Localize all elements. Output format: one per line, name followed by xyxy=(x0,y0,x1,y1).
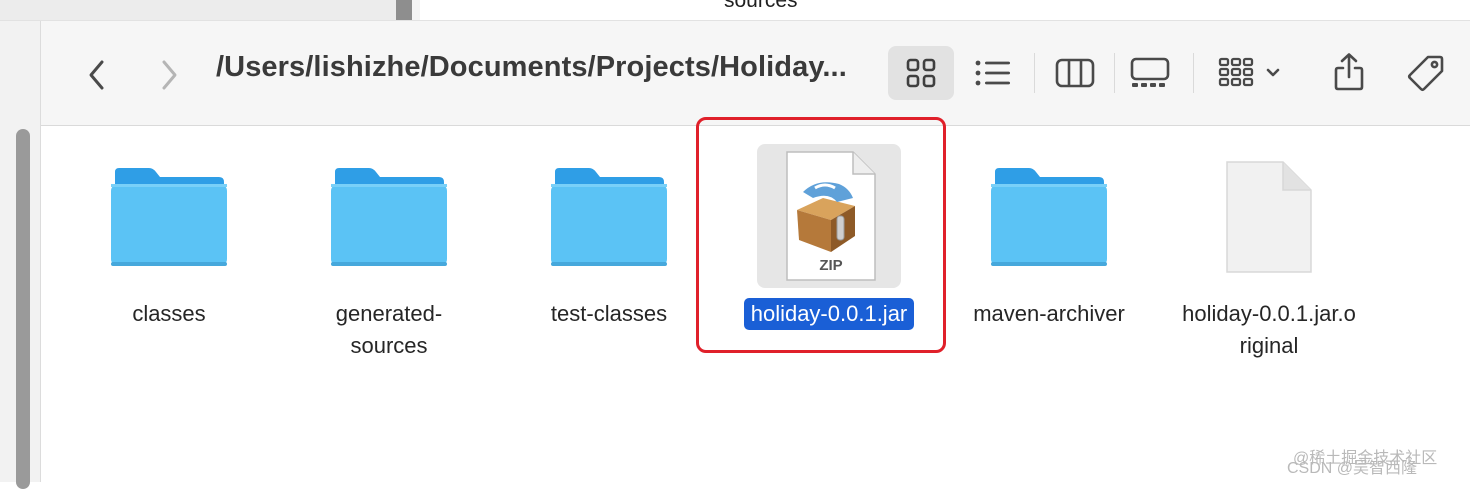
folder-item-generated-sources[interactable]: generated- sources xyxy=(289,126,489,366)
chevron-right-icon xyxy=(162,60,177,90)
list-icon xyxy=(975,60,1010,86)
sidebar-gutter xyxy=(0,21,41,489)
file-name: holiday-0.0.1.jar.o riginal xyxy=(1182,301,1356,358)
folder-item-classes[interactable]: classes xyxy=(69,126,269,366)
file-item-holiday-jar-original[interactable]: holiday-0.0.1.jar.o riginal xyxy=(1169,126,1369,366)
columns-icon xyxy=(1055,58,1095,88)
watermark-csdn: CSDN @吴智西隆 xyxy=(1287,460,1418,477)
folder-item-maven-archiver[interactable]: maven-archiver xyxy=(949,126,1149,366)
icon-view-button[interactable] xyxy=(888,46,954,100)
toolbar-separator xyxy=(1034,53,1035,93)
finder-toolbar: /Users/lishizhe/Documents/Projects/Holid… xyxy=(41,21,1470,126)
tag-button[interactable] xyxy=(1403,51,1449,95)
folder-icon xyxy=(549,166,669,273)
pane-divider[interactable] xyxy=(396,0,412,20)
forward-button[interactable] xyxy=(149,55,189,95)
list-view-button[interactable] xyxy=(971,53,1015,93)
folder-icon xyxy=(109,166,229,273)
gallery-icon xyxy=(1130,57,1170,87)
highlight-box xyxy=(696,117,946,353)
grid-icon xyxy=(906,58,936,88)
share-icon xyxy=(1334,53,1364,91)
folder-icon xyxy=(329,166,449,273)
partial-label: sources xyxy=(724,0,798,12)
folder-item-test-classes[interactable]: test-classes xyxy=(509,126,709,366)
toolbar-separator xyxy=(1114,53,1115,93)
folder-icon xyxy=(989,166,1109,273)
chevron-left-icon xyxy=(89,60,104,90)
share-button[interactable] xyxy=(1327,49,1371,95)
document-icon xyxy=(1223,158,1315,281)
pane-gap xyxy=(412,0,420,20)
file-name: generated- sources xyxy=(335,301,443,358)
group-button[interactable] xyxy=(1213,51,1283,95)
file-name: test-classes xyxy=(550,301,668,326)
back-button[interactable] xyxy=(77,55,117,95)
scrollbar-thumb[interactable] xyxy=(16,129,30,489)
sidebar-pane-remnant xyxy=(0,0,396,20)
path-title: /Users/lishizhe/Documents/Projects/Holid… xyxy=(216,51,847,83)
column-view-button[interactable] xyxy=(1053,53,1097,93)
toolbar-separator xyxy=(1193,53,1194,93)
group-icon xyxy=(1218,57,1280,87)
tag-icon xyxy=(1407,55,1444,92)
chevron-down-icon xyxy=(1266,68,1280,77)
file-name: maven-archiver xyxy=(973,301,1125,326)
gallery-view-button[interactable] xyxy=(1127,53,1173,93)
file-name: classes xyxy=(132,301,206,326)
window-top-strip: sources xyxy=(0,0,1470,21)
